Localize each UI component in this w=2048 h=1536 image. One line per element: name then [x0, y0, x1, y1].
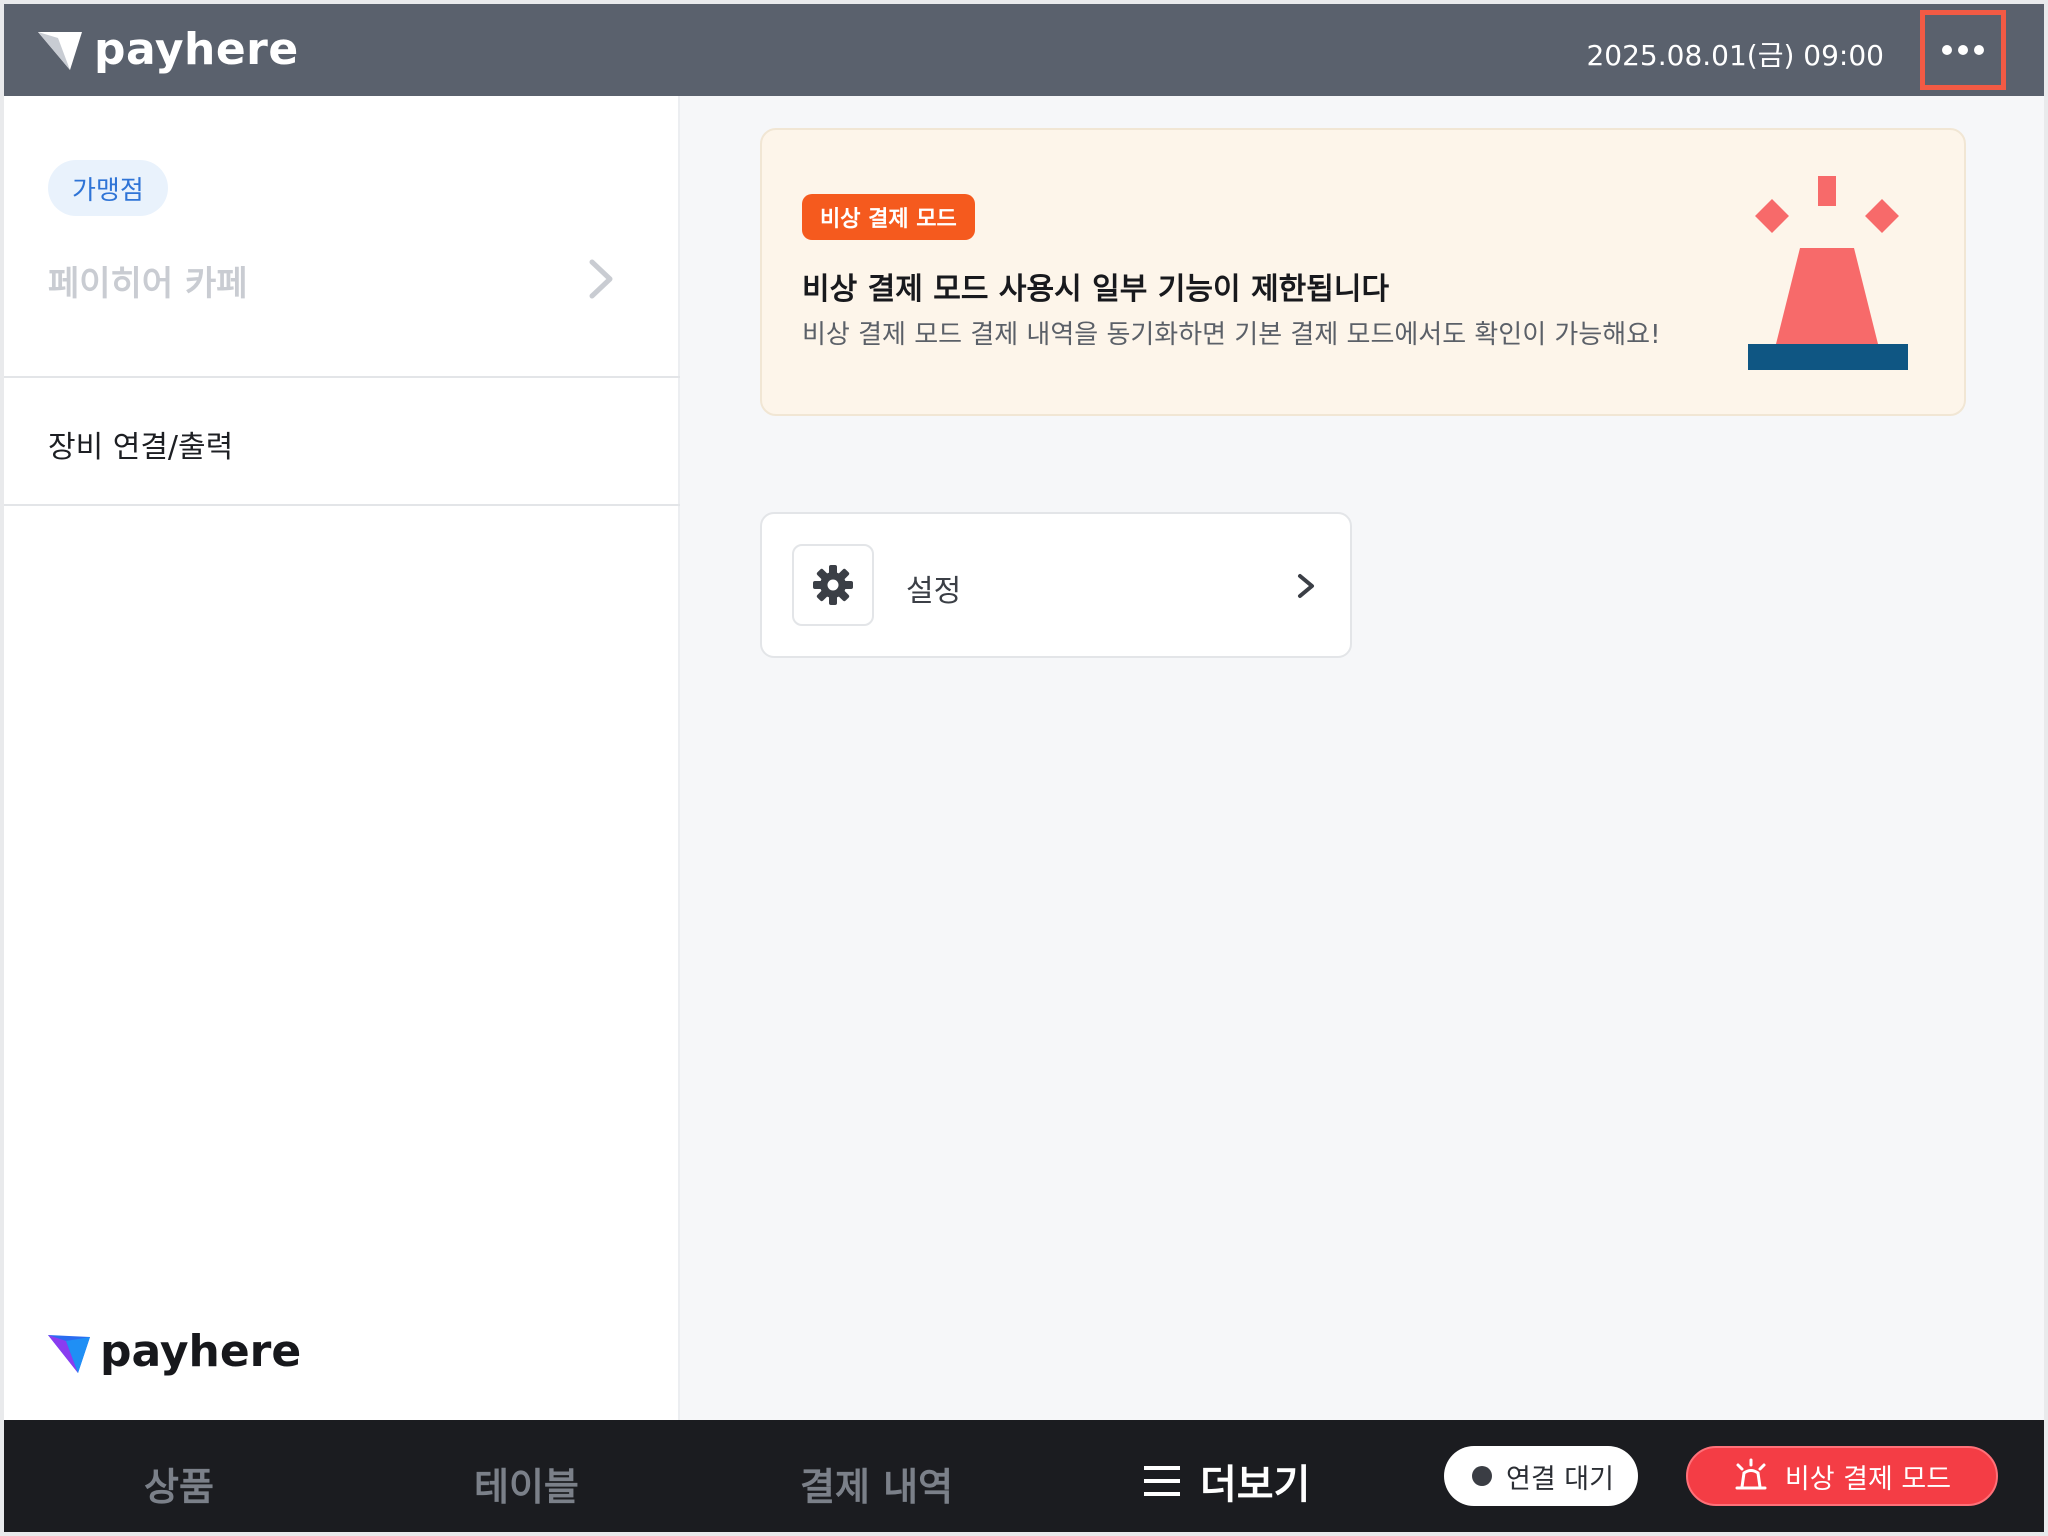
- siren-icon: [1735, 1458, 1767, 1490]
- banner-title: 비상 결제 모드 사용시 일부 기능이 제한됩니다: [802, 272, 1390, 307]
- footer-brand-name: payhere: [100, 1326, 302, 1377]
- app-window: payhere 2025.08.01(금) 09:00 가맹점 페이히어 카페 …: [4, 4, 2044, 1532]
- banner-subtitle: 비상 결제 모드 결제 내역을 동기화하면 기본 결제 모드에서도 확인이 가능…: [802, 320, 1661, 350]
- connection-status-pill[interactable]: 연결 대기: [1444, 1446, 1638, 1506]
- siren-icon: [1748, 176, 1908, 370]
- connection-status-label: 연결 대기: [1506, 1463, 1614, 1495]
- bottom-nav: 상품 테이블 결제 내역 더보기 연결 대기 비상 결제 모드: [4, 1420, 2044, 1532]
- gear-icon: [813, 565, 853, 605]
- nav-payment-history[interactable]: 결제 내역: [800, 1456, 953, 1511]
- store-type-chip: 가맹점: [48, 160, 168, 216]
- current-datetime: 2025.08.01(금) 09:00: [1586, 39, 1884, 72]
- store-name: 페이히어 카페: [48, 264, 248, 304]
- chevron-right-icon: [1298, 574, 1314, 598]
- emergency-mode-label: 비상 결제 모드: [1784, 1463, 1952, 1495]
- sidebar-footer-logo: payhere: [46, 1326, 301, 1377]
- settings-label: 설정: [906, 574, 962, 609]
- top-bar: payhere 2025.08.01(금) 09:00: [4, 4, 2044, 96]
- chevron-right-icon: [589, 259, 613, 299]
- brand-logo: payhere: [36, 24, 299, 75]
- emergency-mode-button[interactable]: 비상 결제 모드: [1686, 1446, 1998, 1506]
- settings-icon-box: [792, 544, 874, 626]
- payhere-logo-icon: [48, 1334, 90, 1373]
- settings-card[interactable]: 설정: [760, 512, 1352, 658]
- nav-tables[interactable]: 테이블: [474, 1456, 579, 1511]
- more-horizontal-icon: [1942, 45, 1984, 55]
- sidebar: 가맹점 페이히어 카페 장비 연결/출력 payhere: [4, 96, 680, 1420]
- menu-icon: [1144, 1466, 1180, 1496]
- sidebar-item-device-connection[interactable]: 장비 연결/출력: [4, 380, 680, 506]
- payhere-logo-icon: [38, 31, 82, 70]
- emergency-mode-badge: 비상 결제 모드: [802, 194, 975, 240]
- nav-more[interactable]: 더보기: [1142, 1452, 1310, 1510]
- brand-name: payhere: [94, 24, 299, 75]
- emergency-mode-banner: 비상 결제 모드 비상 결제 모드 사용시 일부 기능이 제한됩니다 비상 결제…: [760, 128, 1966, 416]
- sidebar-item-label: 장비 연결/출력: [48, 430, 234, 465]
- nav-products[interactable]: 상품: [144, 1456, 214, 1511]
- more-options-button[interactable]: [1920, 10, 2006, 90]
- store-selector[interactable]: 가맹점 페이히어 카페: [4, 96, 680, 378]
- status-dot-icon: [1472, 1466, 1492, 1486]
- nav-more-label: 더보기: [1200, 1462, 1311, 1508]
